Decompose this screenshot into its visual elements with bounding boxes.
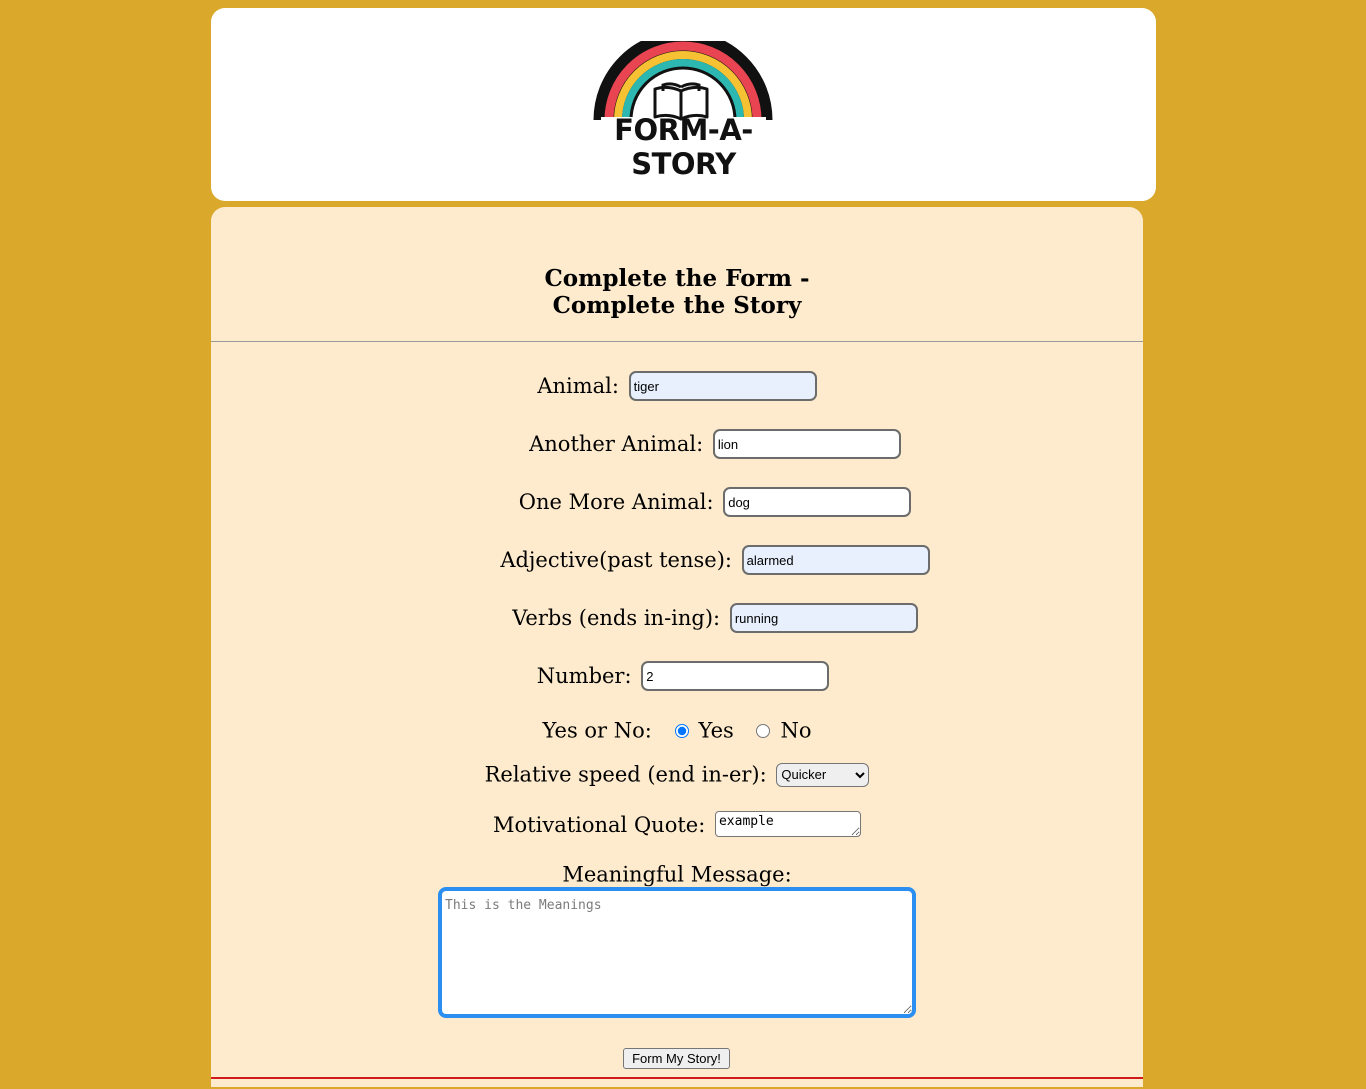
no-radio-label: No: [780, 718, 812, 743]
speed-select[interactable]: Quicker: [776, 762, 870, 787]
speed-label: Relative speed (end in-er):: [484, 762, 767, 787]
form-title-line-1: Complete the Form -: [544, 265, 810, 292]
form-a-story-logo: FORM-A-STORY: [571, 41, 796, 181]
yes-radio-label: Yes: [698, 718, 734, 743]
message-label: Meaningful Message:: [562, 862, 792, 887]
title-divider: [211, 341, 1143, 342]
adjective-label: Adjective(past tense):: [500, 548, 732, 572]
form-my-story-button[interactable]: Form My Story!: [623, 1048, 730, 1069]
rainbow-book-icon: [593, 41, 773, 121]
yes-no-label: Yes or No:: [542, 718, 652, 743]
verbs-label: Verbs (ends in-ing):: [512, 606, 721, 630]
yes-radio[interactable]: [674, 723, 689, 738]
story-form: Complete the Form - Complete the Story A…: [211, 207, 1143, 1087]
speed-row: Relative speed (end in-er): Quicker: [211, 761, 1143, 787]
one-more-animal-row: One More Animal:: [249, 487, 1143, 517]
verbs-row: Verbs (ends in-ing):: [249, 603, 1143, 633]
number-label: Number:: [536, 664, 632, 688]
logo-text: FORM-A-STORY: [614, 113, 753, 181]
number-row: Number:: [217, 661, 1143, 691]
quote-row: Motivational Quote: example: [211, 811, 1143, 837]
one-more-animal-input[interactable]: [723, 487, 912, 517]
bottom-rule: [211, 1077, 1143, 1079]
form-title-line-2: Complete the Story: [552, 292, 802, 319]
animal-label: Animal:: [537, 374, 619, 398]
verbs-input[interactable]: [729, 603, 918, 633]
animal-input[interactable]: [628, 371, 817, 401]
adjective-row: Adjective(past tense):: [249, 545, 1143, 575]
another-animal-input[interactable]: [712, 429, 901, 459]
yes-no-row: Yes or No: Yes No: [211, 717, 1143, 743]
number-input[interactable]: [641, 661, 830, 691]
header-card: FORM-A-STORY: [211, 8, 1156, 201]
one-more-animal-label: One More Animal:: [518, 490, 714, 514]
message-label-row: Meaningful Message:: [211, 861, 1143, 887]
another-animal-row: Another Animal:: [249, 429, 1143, 459]
quote-label: Motivational Quote:: [493, 813, 706, 837]
message-textarea[interactable]: [438, 887, 916, 1018]
adjective-input[interactable]: [741, 545, 930, 575]
no-radio[interactable]: [756, 723, 771, 738]
animal-row: Animal:: [211, 371, 1143, 401]
form-title: Complete the Form - Complete the Story: [211, 265, 1143, 319]
quote-textarea[interactable]: example: [714, 811, 861, 837]
another-animal-label: Another Animal:: [529, 432, 704, 456]
